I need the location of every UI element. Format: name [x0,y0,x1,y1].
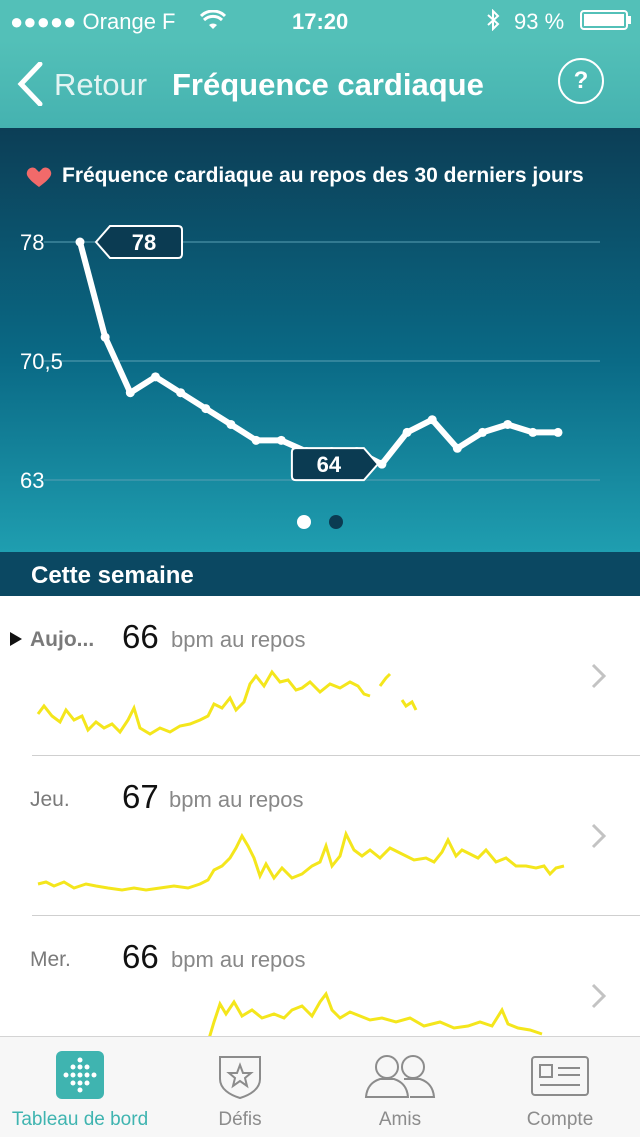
battery-icon [580,10,631,30]
day-bpm-unit: bpm au repos [169,787,304,812]
data-point [125,388,135,398]
tab-account[interactable]: Compte [480,1037,640,1137]
tab-label: Amis [378,1109,422,1130]
day-bpm-value: 66 [122,618,159,655]
page-title: Fréquence cardiaque [172,67,484,102]
data-point [478,427,488,437]
page-dot [329,515,343,529]
challenges-icon [219,1056,261,1099]
page-dot [297,515,311,529]
data-point [528,427,538,437]
account-icon [531,1056,589,1096]
data-point [503,419,513,429]
battery-percent: 93 % [514,9,565,34]
tab-challenges[interactable]: Défis [160,1037,320,1137]
dashboard-icon [56,1051,104,1099]
data-point [276,435,286,445]
week-section-header: Cette semaine [0,552,640,596]
data-point [100,332,110,342]
day-sparkline [37,829,565,892]
data-point [150,372,160,382]
data-point [402,427,412,437]
data-point [75,237,85,247]
section-title: Cette semaine [31,562,194,589]
max-value-label: 78 [132,230,156,255]
day-bpm-unit: bpm au repos [171,947,306,972]
data-point [427,415,437,425]
chevron-right-icon[interactable] [590,662,608,690]
data-point [251,435,261,445]
tab-label: Défis [218,1109,262,1130]
day-label: Aujo... [30,628,95,651]
tab-dashboard[interactable]: Tableau de bord [0,1037,160,1137]
wifi-icon [200,10,226,29]
status-bar: ●●●●● Orange F 17:20 93 % [0,0,640,40]
clock: 17:20 [292,9,349,34]
day-bpm-unit: bpm au repos [171,627,306,652]
chevron-left-icon[interactable] [16,62,44,106]
y-tick-label: 70,5 [20,349,63,374]
min-value-label: 64 [317,452,342,477]
day-row-thursday[interactable]: Jeu. 67 bpm au repos [0,756,640,916]
carrier-label: ●●●●● Orange F [10,9,176,34]
help-button[interactable]: ? [558,58,604,104]
current-day-marker-icon [10,632,22,646]
day-sparkline [206,990,543,1042]
day-bpm-value: 67 [122,778,159,815]
data-point [226,419,236,429]
nav-bar: Retour Fréquence cardiaque ? [0,40,640,128]
y-tick-label: 78 [20,230,44,255]
data-point [176,388,186,398]
tab-bar: Tableau de bord Défis Amis Compte [0,1036,640,1137]
day-bpm-value: 66 [122,938,159,975]
tab-friends[interactable]: Amis [320,1037,480,1137]
chevron-right-icon[interactable] [590,822,608,850]
bluetooth-icon [487,9,500,31]
chart-canvas: 78 70,5 63 78 64 [20,225,600,529]
day-sparkline [36,669,418,736]
tab-label: Compte [526,1109,594,1130]
y-tick-label: 63 [20,468,44,493]
chevron-right-icon[interactable] [590,982,608,1010]
data-point [452,443,462,453]
friends-icon [364,1055,436,1098]
day-label: Mer. [30,948,71,971]
day-label: Jeu. [30,788,70,811]
resting-heart-rate-chart: Fréquence cardiaque au repos des 30 dern… [0,128,640,552]
tab-label: Tableau de bord [11,1109,149,1130]
data-point [201,404,211,414]
day-row-today[interactable]: Aujo... 66 bpm au repos [0,596,640,756]
data-point [553,427,563,437]
back-button[interactable]: Retour [54,67,147,103]
